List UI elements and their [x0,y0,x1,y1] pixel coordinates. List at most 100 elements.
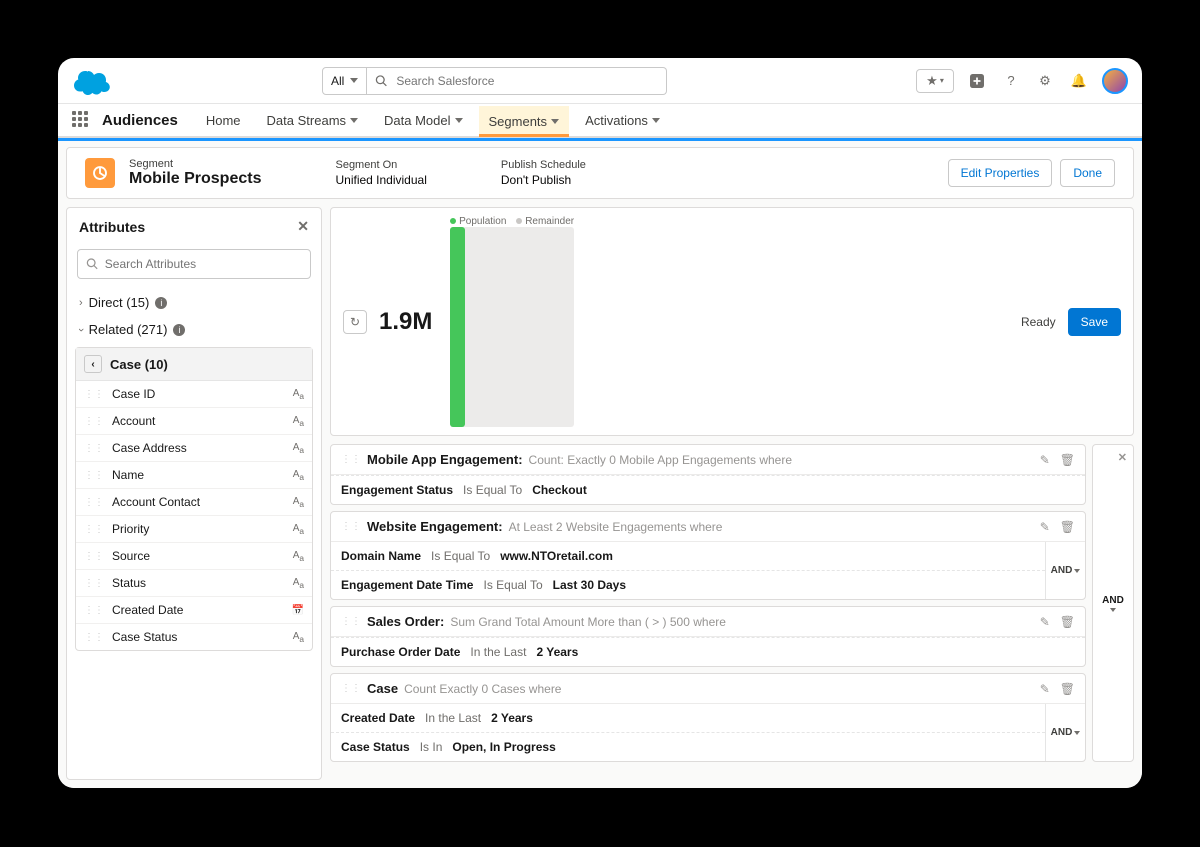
favorites-button[interactable]: ★▾ [916,69,954,93]
chevron-down-icon: › [75,328,87,332]
and-operator[interactable]: AND [1045,542,1085,599]
field-name: Status [112,576,146,590]
attribute-field[interactable]: ⋮⋮ Source Aa [76,542,312,569]
attribute-field[interactable]: ⋮⋮ Status Aa [76,569,312,596]
chevron-down-icon [652,118,660,123]
rule-header: ⋮⋮ Mobile App Engagement: Count: Exactly… [331,445,1085,475]
drag-handle-icon[interactable]: ⋮⋮ [341,454,361,465]
drag-handle-icon[interactable]: ⋮⋮ [84,632,104,643]
help-icon[interactable]: ? [1000,70,1022,92]
app-name: Audiences [102,112,178,129]
attributes-search[interactable] [77,249,311,279]
refresh-button[interactable]: ↻ [343,310,367,334]
and-operator[interactable]: AND [1045,704,1085,761]
condition-row[interactable]: Case StatusIs InOpen, In Progress [331,732,1045,761]
rule-block: ⋮⋮ Website Engagement: At Least 2 Websit… [330,511,1086,600]
drag-handle-icon[interactable]: ⋮⋮ [84,470,104,481]
info-icon[interactable]: i [173,324,185,336]
field-name: Created Date [112,603,183,617]
info-icon[interactable]: i [155,297,167,309]
condition-row[interactable]: Engagement StatusIs Equal ToCheckout [331,475,1085,504]
search-icon [86,257,99,271]
record-header: Segment Mobile Prospects Segment On Unif… [66,147,1134,199]
delete-icon[interactable]: 🗑 [1060,520,1075,534]
search-scope-label: All [331,74,344,88]
segment-on-meta: Segment On Unified Individual [335,159,426,187]
outer-and-operator[interactable]: ✕ AND [1092,444,1134,762]
attribute-field[interactable]: ⋮⋮ Account Contact Aa [76,488,312,515]
attributes-title: Attributes [79,219,145,235]
status-label: Ready [1021,315,1056,329]
publish-meta: Publish Schedule Don't Publish [501,159,586,187]
segment-icon [85,158,115,188]
field-name: Priority [112,522,149,536]
chevron-down-icon [455,118,463,123]
field-type-icon: Aa [293,631,304,644]
direct-section[interactable]: › Direct (15) i [67,289,321,316]
field-name: Account [112,414,155,428]
population-bar: ↻ 1.9M Population Remainder Ready Save [330,207,1134,436]
attribute-field[interactable]: ⋮⋮ Account Aa [76,407,312,434]
edit-properties-button[interactable]: Edit Properties [948,159,1053,187]
field-name: Source [112,549,150,563]
app-launcher-icon[interactable] [72,111,90,129]
search-input[interactable] [396,74,658,88]
edit-icon[interactable]: ✎ [1040,520,1050,534]
dropzone[interactable]: Drag and Drop another Attribute here [330,772,1134,788]
population-legend: Population Remainder [450,216,574,227]
add-button[interactable] [966,70,988,92]
attributes-search-input[interactable] [105,257,302,271]
search-input-wrap[interactable] [367,67,667,95]
notifications-bell-icon[interactable]: 🔔 [1068,70,1090,92]
attribute-field[interactable]: ⋮⋮ Case ID Aa [76,381,312,407]
setup-gear-icon[interactable]: ⚙ [1034,70,1056,92]
condition-row[interactable]: Engagement Date TimeIs Equal ToLast 30 D… [331,570,1045,599]
rule-title: Website Engagement: [367,519,503,534]
done-button[interactable]: Done [1060,159,1115,187]
condition-row[interactable]: Domain NameIs Equal Towww.NTOretail.com [331,542,1045,570]
edit-icon[interactable]: ✎ [1040,615,1050,629]
back-button[interactable]: ‹ [84,355,102,373]
delete-icon[interactable]: 🗑 [1060,453,1075,467]
condition-row[interactable]: Purchase Order DateIn the Last2 Years [331,637,1085,666]
nav-home[interactable]: Home [196,105,251,136]
rule-title: Sales Order: [367,614,444,629]
condition-row[interactable]: Created DateIn the Last2 Years [331,704,1045,732]
drag-handle-icon[interactable]: ⋮⋮ [84,524,104,535]
drag-handle-icon[interactable]: ⋮⋮ [84,416,104,427]
drag-handle-icon[interactable]: ⋮⋮ [341,683,361,694]
search-scope-dropdown[interactable]: All [322,67,367,95]
drag-handle-icon[interactable]: ⋮⋮ [84,497,104,508]
delete-icon[interactable]: 🗑 [1060,615,1075,629]
attribute-field[interactable]: ⋮⋮ Case Status Aa [76,623,312,650]
nav-data-streams[interactable]: Data Streams [257,105,368,136]
close-icon[interactable]: ✕ [297,218,309,235]
drag-handle-icon[interactable]: ⋮⋮ [341,616,361,627]
edit-icon[interactable]: ✎ [1040,453,1050,467]
save-button[interactable]: Save [1068,308,1121,336]
delete-icon[interactable]: 🗑 [1060,682,1075,696]
close-icon[interactable]: ✕ [1118,451,1127,464]
nav-activations[interactable]: Activations [575,105,670,136]
drag-handle-icon[interactable]: ⋮⋮ [84,389,104,400]
drag-handle-icon[interactable]: ⋮⋮ [84,443,104,454]
segment-canvas: ↻ 1.9M Population Remainder Ready Save ⋮… [330,207,1134,780]
user-avatar[interactable] [1102,68,1128,94]
record-type: Segment [129,158,261,170]
attribute-field[interactable]: ⋮⋮ Case Address Aa [76,434,312,461]
nav-segments[interactable]: Segments [479,106,570,137]
attribute-field[interactable]: ⋮⋮ Created Date 📅 [76,596,312,623]
related-section[interactable]: › Related (271) i [67,316,321,343]
nav-data-model[interactable]: Data Model [374,105,472,136]
drag-handle-icon[interactable]: ⋮⋮ [84,551,104,562]
drag-handle-icon[interactable]: ⋮⋮ [341,521,361,532]
drag-handle-icon[interactable]: ⋮⋮ [84,578,104,589]
attribute-field[interactable]: ⋮⋮ Name Aa [76,461,312,488]
drag-handle-icon[interactable]: ⋮⋮ [84,605,104,616]
field-type-icon: Aa [293,523,304,536]
attribute-field[interactable]: ⋮⋮ Priority Aa [76,515,312,542]
edit-icon[interactable]: ✎ [1040,682,1050,696]
rule-meta: Sum Grand Total Amount More than ( > ) 5… [450,615,726,629]
field-type-icon: Aa [293,550,304,563]
rule-header: ⋮⋮ Case Count Exactly 0 Cases where ✎ 🗑 [331,674,1085,704]
